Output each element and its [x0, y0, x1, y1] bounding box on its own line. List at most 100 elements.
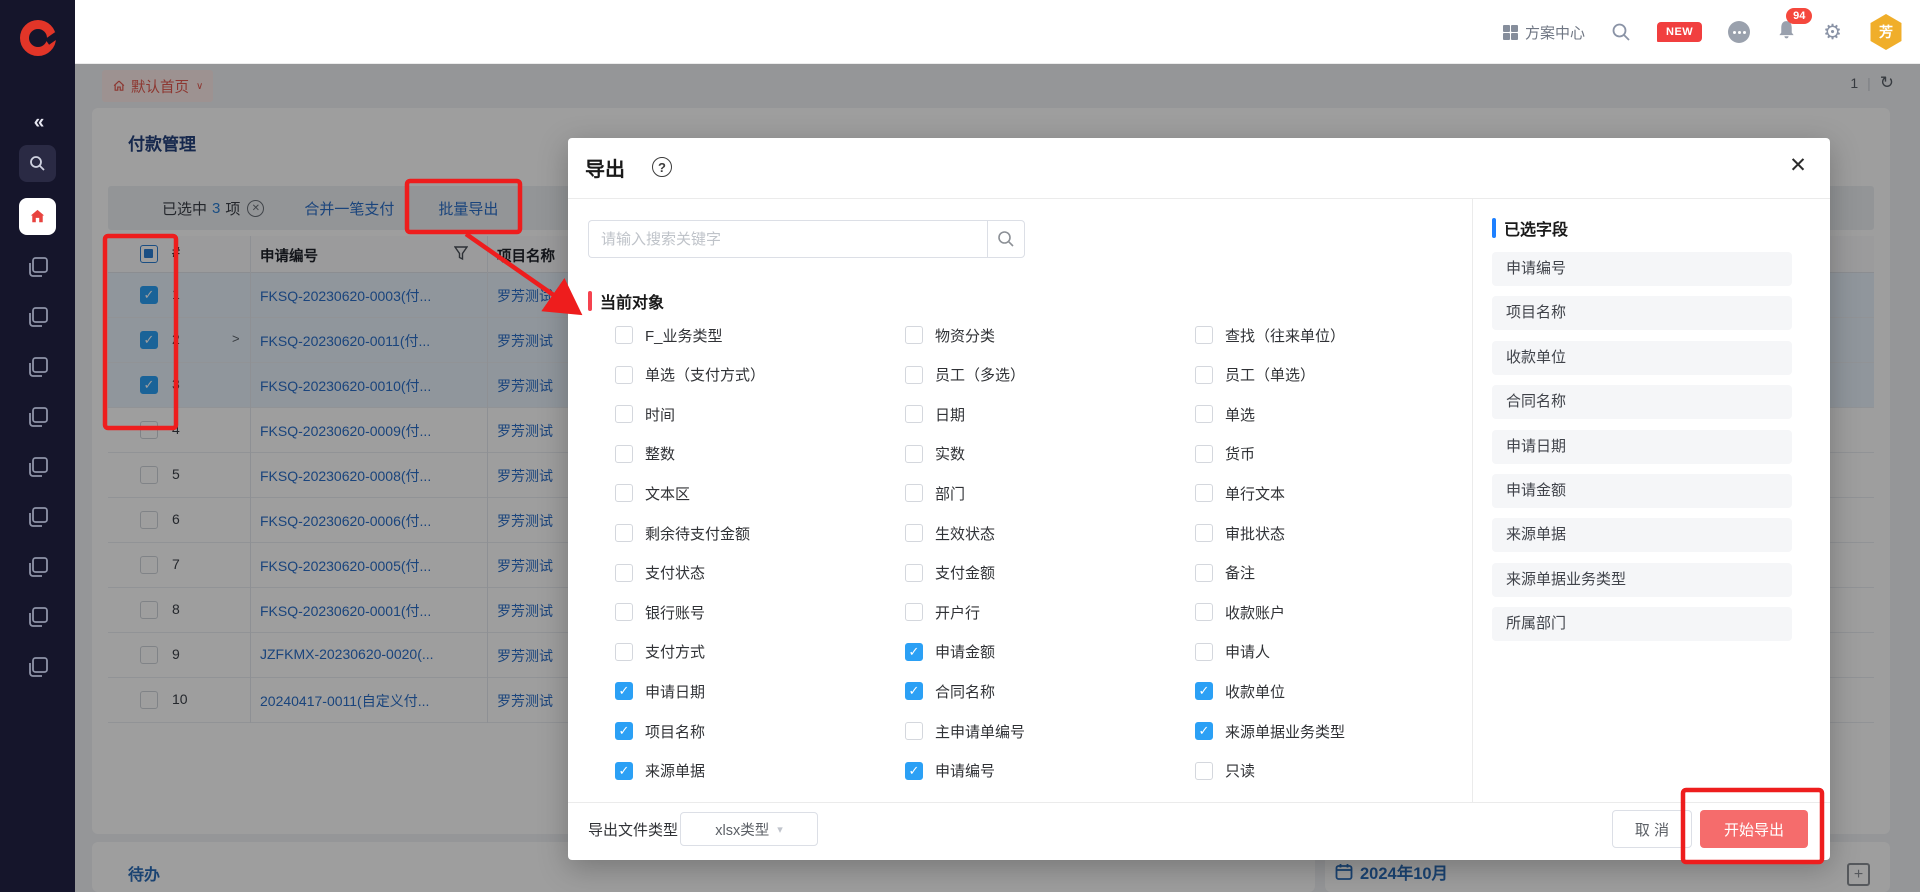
selected-field-chip[interactable]: 合同名称: [1492, 385, 1792, 419]
close-icon[interactable]: ✕: [1784, 152, 1812, 180]
field-checkbox[interactable]: ✓: [1195, 722, 1213, 740]
export-field-option[interactable]: ✓来源单据业务类型: [1195, 719, 1345, 743]
field-checkbox[interactable]: [905, 484, 923, 502]
export-field-option[interactable]: F_业务类型: [615, 323, 723, 347]
export-field-option[interactable]: 文本区: [615, 481, 690, 505]
field-checkbox[interactable]: ✓: [905, 682, 923, 700]
export-field-option[interactable]: ✓项目名称: [615, 719, 705, 743]
export-field-option[interactable]: 物资分类: [905, 323, 995, 347]
export-field-option[interactable]: 货币: [1195, 442, 1255, 466]
export-field-option[interactable]: 实数: [905, 442, 965, 466]
sidebar-module-icon[interactable]: [22, 551, 54, 583]
settings-gear-icon[interactable]: ⚙: [1823, 20, 1842, 45]
sidebar-module-icon[interactable]: [22, 501, 54, 533]
sidebar-collapse-icon[interactable]: «: [0, 112, 75, 134]
export-field-option[interactable]: 收款账户: [1195, 600, 1285, 624]
export-field-option[interactable]: ✓合同名称: [905, 679, 995, 703]
field-checkbox[interactable]: ✓: [615, 682, 633, 700]
start-export-button[interactable]: 开始导出: [1700, 810, 1808, 848]
selected-field-chip[interactable]: 来源单据: [1492, 518, 1792, 552]
topbar-search-icon[interactable]: [1611, 22, 1631, 42]
chat-icon[interactable]: [1728, 21, 1750, 43]
export-field-option[interactable]: ✓来源单据: [615, 759, 705, 783]
field-checkbox[interactable]: [615, 564, 633, 582]
field-checkbox[interactable]: [905, 603, 923, 621]
field-checkbox[interactable]: ✓: [615, 722, 633, 740]
sidebar-module-icon[interactable]: [22, 601, 54, 633]
field-checkbox[interactable]: [1195, 762, 1213, 780]
field-checkbox[interactable]: [905, 366, 923, 384]
field-checkbox[interactable]: [905, 722, 923, 740]
export-field-option[interactable]: 员工（多选）: [905, 363, 1025, 387]
field-checkbox[interactable]: [905, 326, 923, 344]
field-checkbox[interactable]: [615, 405, 633, 423]
export-field-option[interactable]: 部门: [905, 481, 965, 505]
export-field-option[interactable]: 生效状态: [905, 521, 995, 545]
selected-field-chip[interactable]: 申请日期: [1492, 430, 1792, 464]
field-checkbox[interactable]: [615, 445, 633, 463]
export-field-option[interactable]: ✓申请金额: [905, 640, 995, 664]
field-checkbox[interactable]: [905, 524, 923, 542]
field-checkbox[interactable]: [905, 564, 923, 582]
export-field-option[interactable]: 员工（单选）: [1195, 363, 1315, 387]
sidebar-module-icon[interactable]: [22, 301, 54, 333]
field-checkbox[interactable]: [615, 326, 633, 344]
export-field-option[interactable]: 申请人: [1195, 640, 1270, 664]
sidebar-module-icon[interactable]: [22, 451, 54, 483]
export-field-option[interactable]: 剩余待支付金额: [615, 521, 750, 545]
selected-field-chip[interactable]: 申请编号: [1492, 252, 1792, 286]
field-checkbox[interactable]: [1195, 326, 1213, 344]
export-field-option[interactable]: 整数: [615, 442, 675, 466]
field-checkbox[interactable]: [615, 524, 633, 542]
field-checkbox[interactable]: [1195, 445, 1213, 463]
field-checkbox[interactable]: [1195, 366, 1213, 384]
cancel-button[interactable]: 取 消: [1612, 810, 1692, 848]
solution-center-nav[interactable]: 方案中心: [1503, 22, 1585, 43]
field-checkbox[interactable]: [1195, 484, 1213, 502]
field-checkbox[interactable]: ✓: [1195, 682, 1213, 700]
export-field-option[interactable]: ✓收款单位: [1195, 679, 1285, 703]
export-field-option[interactable]: 审批状态: [1195, 521, 1285, 545]
selected-field-chip[interactable]: 申请金额: [1492, 474, 1792, 508]
selected-field-chip[interactable]: 所属部门: [1492, 607, 1792, 641]
field-checkbox[interactable]: [1195, 405, 1213, 423]
field-checkbox[interactable]: [615, 603, 633, 621]
field-checkbox[interactable]: [1195, 524, 1213, 542]
sidebar-module-icon[interactable]: [22, 651, 54, 683]
new-badge[interactable]: NEW: [1657, 22, 1702, 42]
export-field-option[interactable]: 单行文本: [1195, 481, 1285, 505]
user-avatar[interactable]: 芳: [1868, 14, 1904, 50]
field-checkbox[interactable]: [615, 643, 633, 661]
export-field-option[interactable]: 单选（支付方式）: [615, 363, 765, 387]
selected-field-chip[interactable]: 收款单位: [1492, 341, 1792, 375]
field-checkbox[interactable]: [1195, 564, 1213, 582]
export-field-option[interactable]: ✓申请日期: [615, 679, 705, 703]
field-checkbox[interactable]: [615, 484, 633, 502]
export-field-option[interactable]: 备注: [1195, 561, 1255, 585]
sidebar-module-icon[interactable]: [22, 251, 54, 283]
field-checkbox[interactable]: [905, 445, 923, 463]
export-field-option[interactable]: 开户行: [905, 600, 980, 624]
export-field-option[interactable]: 查找（往来单位）: [1195, 323, 1345, 347]
export-field-option[interactable]: 单选: [1195, 402, 1255, 426]
export-field-option[interactable]: 银行账号: [615, 600, 705, 624]
field-checkbox[interactable]: ✓: [615, 762, 633, 780]
field-search-input[interactable]: [588, 220, 987, 258]
notifications-bell[interactable]: 94: [1776, 19, 1797, 46]
field-checkbox[interactable]: [1195, 603, 1213, 621]
sidebar-module-icon[interactable]: [22, 351, 54, 383]
sidebar-home-item[interactable]: [19, 198, 56, 235]
export-field-option[interactable]: 支付状态: [615, 561, 705, 585]
help-icon[interactable]: ?: [652, 157, 672, 177]
sidebar-module-icon[interactable]: [22, 401, 54, 433]
field-search-button[interactable]: [987, 220, 1025, 258]
sidebar-search-button[interactable]: [19, 145, 56, 182]
selected-field-chip[interactable]: 项目名称: [1492, 296, 1792, 330]
export-field-option[interactable]: 主申请单编号: [905, 719, 1025, 743]
app-logo-icon[interactable]: [20, 20, 56, 56]
field-checkbox[interactable]: ✓: [905, 762, 923, 780]
export-field-option[interactable]: 日期: [905, 402, 965, 426]
export-field-option[interactable]: 只读: [1195, 759, 1255, 783]
field-checkbox[interactable]: [615, 366, 633, 384]
field-checkbox[interactable]: [905, 405, 923, 423]
